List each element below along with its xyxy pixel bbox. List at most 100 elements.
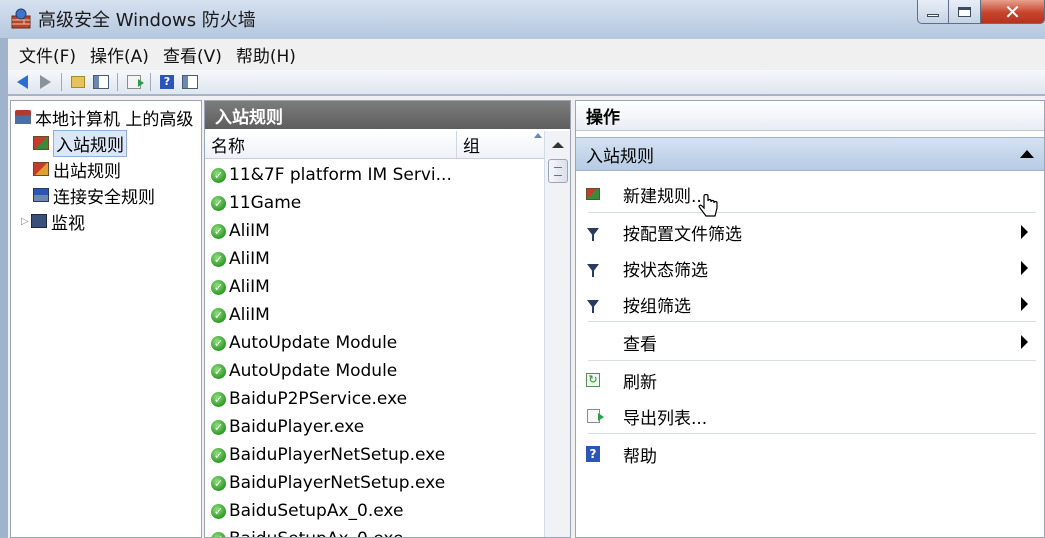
tree-item-connection-security[interactable]: 连接安全规则	[33, 183, 155, 208]
action-divider	[588, 360, 1036, 361]
action-view[interactable]: 查看	[576, 324, 1036, 360]
filter-icon	[587, 264, 599, 277]
enabled-check-icon: ✓	[211, 223, 226, 239]
new-rule-icon-wrap	[585, 186, 601, 202]
table-row[interactable]: ✓ AliIM	[205, 245, 544, 273]
monitor-icon	[31, 214, 47, 228]
enabled-check-icon: ✓	[211, 391, 226, 407]
action-filter-by-group[interactable]: 按组筛选	[576, 286, 1036, 322]
column-header-name[interactable]: 名称	[205, 131, 457, 158]
menu-help[interactable]: 帮助(H)	[229, 42, 303, 67]
refresh-icon: ↻	[586, 373, 600, 387]
table-row[interactable]: ✓ AutoUpdate Module	[205, 357, 544, 385]
close-icon: ✕	[1004, 0, 1021, 24]
tree-root-label: 本地计算机 上的高级	[35, 109, 194, 130]
rule-name: BaiduSetupAx_0.exe	[229, 501, 404, 521]
enabled-check-icon: ✓	[211, 167, 226, 183]
actions-pane-header: 操作	[576, 101, 1044, 131]
export-icon	[127, 75, 144, 89]
table-row[interactable]: ✓ BaiduPlayerNetSetup.exe	[205, 441, 544, 469]
actions-section-label: 入站规则	[586, 146, 654, 167]
table-row[interactable]: ✓ AliIM	[205, 217, 544, 245]
action-new-rule[interactable]: 新建规则...	[576, 176, 1036, 212]
rule-name: 11Game	[229, 193, 302, 213]
close-button[interactable]: ✕	[981, 0, 1045, 24]
actions-section-inbound-rules[interactable]: 入站规则	[576, 137, 1044, 171]
action-label: 刷新	[623, 372, 657, 393]
action-export-list[interactable]: 导出列表...	[576, 398, 1036, 434]
menu-action[interactable]: 操作(A)	[83, 42, 156, 67]
forward-button[interactable]	[35, 72, 55, 92]
table-row[interactable]: ✓ 11Game	[205, 189, 544, 217]
table-row[interactable]: ✓ AliIM	[205, 301, 544, 329]
table-row[interactable]: ✓ 11&7F platform IM Servi...	[205, 161, 544, 189]
expand-arrow-icon[interactable]: ▷	[21, 216, 29, 227]
folder-up-icon	[71, 76, 85, 88]
toolbar-separator	[61, 73, 62, 91]
action-pane-icon	[182, 75, 198, 89]
rule-name: AutoUpdate Module	[229, 361, 398, 381]
table-row[interactable]: ✓BaiduSetupAx_0.exe	[205, 497, 544, 525]
action-label: 导出列表...	[623, 408, 708, 429]
menu-view[interactable]: 查看(V)	[156, 42, 229, 67]
scrollbar-thumb[interactable]	[548, 159, 568, 183]
collapse-caret-icon	[1020, 150, 1034, 158]
window-title: 高级安全 Windows 防火墙	[38, 10, 256, 31]
table-row[interactable]: ✓ BaiduP2PService.exe	[205, 385, 544, 413]
tree-item-monitor[interactable]: ▷ 监视	[21, 209, 85, 234]
maximize-button[interactable]	[949, 0, 981, 24]
enabled-check-icon: ✓	[211, 475, 226, 491]
show-hide-action-pane-button[interactable]	[180, 72, 200, 92]
tree-item-inbound-rules[interactable]: 入站规则	[33, 129, 127, 157]
help-icon: ?	[160, 75, 174, 89]
menu-file[interactable]: 文件(F)	[12, 42, 83, 67]
back-arrow-icon	[16, 75, 28, 89]
vertical-scrollbar[interactable]	[544, 131, 570, 537]
minimize-button[interactable]	[917, 0, 949, 24]
tree-item-outbound-rules[interactable]: 出站规则	[33, 157, 121, 182]
enabled-check-icon: ✓	[211, 531, 226, 537]
filter-icon-wrap	[585, 296, 601, 313]
action-label: 新建规则...	[623, 186, 708, 207]
export-icon-wrap	[585, 408, 604, 424]
table-row[interactable]: ✓ BaiduPlayer.exe	[205, 413, 544, 441]
help-icon-wrap: ?	[585, 446, 601, 462]
show-hide-tree-button[interactable]	[91, 72, 111, 92]
action-filter-by-state[interactable]: 按状态筛选	[576, 250, 1036, 286]
back-button[interactable]	[12, 72, 32, 92]
enabled-check-icon: ✓	[211, 503, 226, 519]
table-row[interactable]: ✓ AliIM	[205, 273, 544, 301]
rule-name: BaiduP2PService.exe	[229, 389, 408, 409]
table-row[interactable]: ✓BaiduSetupAx_0.exe	[205, 525, 544, 537]
actions-pane: 操作 入站规则 新建规则... 按配置文件筛选 按状态筛选 按组筛选 查看 ↻ …	[575, 100, 1045, 538]
tree-item-label: 出站规则	[53, 161, 121, 182]
menu-bar: 文件(F) 操作(A) 查看(V) 帮助(H)	[8, 38, 1045, 70]
enabled-check-icon: ✓	[211, 251, 226, 267]
rule-name: BaiduPlayerNetSetup.exe	[229, 473, 446, 493]
export-icon	[586, 409, 604, 423]
tree-root[interactable]: 本地计算机 上的高级	[15, 105, 194, 130]
toolbar: ?	[8, 70, 1045, 95]
submenu-arrow-icon	[1021, 225, 1028, 239]
up-level-button[interactable]	[68, 72, 88, 92]
action-divider	[588, 212, 1036, 213]
rules-list: ✓ 11&7F platform IM Servi... ✓ 11Game ✓ AliIM…	[205, 161, 544, 537]
refresh-icon-wrap: ↻	[585, 372, 601, 388]
enabled-check-icon: ✓	[211, 363, 226, 379]
forward-arrow-icon	[39, 75, 51, 89]
tree-item-label: 监视	[51, 213, 85, 234]
action-help[interactable]: ? 帮助	[576, 436, 1036, 472]
help-button[interactable]: ?	[157, 72, 177, 92]
enabled-check-icon: ✓	[211, 279, 226, 295]
filter-icon	[587, 228, 599, 241]
export-list-button[interactable]	[124, 72, 144, 92]
action-refresh[interactable]: ↻ 刷新	[576, 362, 1036, 398]
table-row[interactable]: ✓ BaiduPlayerNetSetup.exe	[205, 469, 544, 497]
action-filter-by-profile[interactable]: 按配置文件筛选	[576, 214, 1036, 250]
column-header-group[interactable]: 组	[457, 131, 544, 158]
scroll-up-button[interactable]	[545, 131, 570, 159]
action-label: 按组筛选	[623, 296, 691, 317]
table-row[interactable]: ✓ AutoUpdate Module	[205, 329, 544, 357]
title-bar[interactable]: 高级安全 Windows 防火墙 ✕	[0, 0, 1045, 38]
rule-name: BaiduSetupAx_0.exe	[229, 529, 403, 537]
